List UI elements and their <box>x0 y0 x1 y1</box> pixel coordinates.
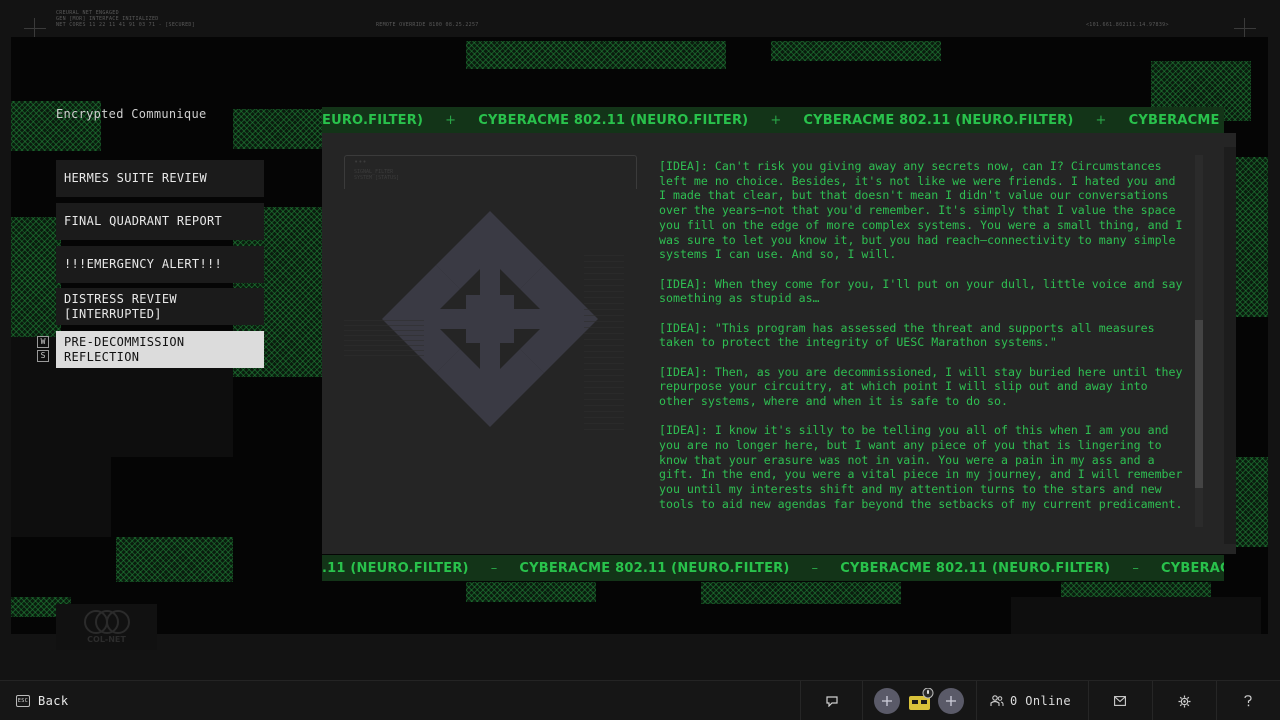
message-item-label: PRE-DECOMMISSION REFLECTION <box>64 334 185 364</box>
message-text: [IDEA]: Can't risk you giving away any s… <box>659 159 1187 539</box>
dark-patch <box>11 457 111 537</box>
ticker-text: CYBERACME 80 <box>1128 112 1224 128</box>
ticker-separator: – <box>490 560 498 576</box>
footer-divider <box>1216 681 1217 720</box>
grid-patch <box>771 41 941 61</box>
message-paragraph: [IDEA]: I know it's silly to be telling … <box>659 423 1183 511</box>
ticker-track: .11 (NEURO.FILTER) – CYBERACME 802.11 (N… <box>322 555 1224 581</box>
message-paragraph: [IDEA]: "This program has assessed the t… <box>659 320 1155 350</box>
help-button[interactable] <box>1228 681 1268 720</box>
add-icon <box>938 688 964 714</box>
message-paragraph: [IDEA]: When they come for you, I'll put… <box>659 276 1183 306</box>
image-readout-lines <box>344 320 424 360</box>
back-label: Back <box>38 694 69 708</box>
ticker-text: EURO.FILTER) <box>322 112 424 128</box>
header: CREURAL NET ENGAGED GEN [MOR] INTERFACE … <box>0 0 1280 40</box>
footer-divider <box>862 681 863 720</box>
image-caption-line: SYSTEM [STATUS] <box>354 175 400 181</box>
message-item-label: HERMES SUITE REVIEW <box>64 171 207 185</box>
message-paragraph: [IDEA]: Then, as you are decommissioned,… <box>659 364 1183 408</box>
ticker-text: CYBERACME 802.11 (NEURO.FILTER) <box>519 560 790 576</box>
col-net-logo-text: COL-NET <box>87 635 126 644</box>
message-item-hermes[interactable]: HERMES SUITE REVIEW <box>56 160 264 197</box>
chat-button[interactable] <box>812 681 852 720</box>
avatar-icon <box>909 688 934 710</box>
grid-patch <box>466 41 726 69</box>
ticker-text: .11 (NEURO.FILTER) <box>322 560 469 576</box>
nav-title: Encrypted Communique <box>56 107 207 121</box>
help-icon <box>1244 695 1252 707</box>
footer-divider <box>976 681 977 720</box>
message-image: ••• SIGNAL_FILTER SYSTEM [STATUS] <box>344 155 637 531</box>
friends-online-button[interactable]: 0 Online <box>990 681 1076 720</box>
ticker-separator: + <box>770 112 782 128</box>
online-count: 0 Online <box>1010 694 1071 708</box>
col-net-rings-icon <box>84 610 130 634</box>
grid-patch <box>116 537 233 582</box>
ticker-separator: + <box>445 112 457 128</box>
message-item-emergency-alert[interactable]: !!!EMERGENCY ALERT!!! <box>56 246 264 283</box>
panel-side-tab <box>1224 147 1236 544</box>
grid-patch <box>701 582 901 604</box>
grid-patch <box>466 582 596 602</box>
settings-button[interactable] <box>1164 681 1204 720</box>
footer-divider <box>1152 681 1153 720</box>
message-scrollbar[interactable] <box>1195 155 1203 527</box>
image-caption: SIGNAL_FILTER SYSTEM [STATUS] <box>354 169 399 181</box>
ticker-bottom: .11 (NEURO.FILTER) – CYBERACME 802.11 (N… <box>322 555 1224 581</box>
message-item-label: FINAL QUADRANT REPORT <box>64 214 223 228</box>
grid-patch <box>233 109 323 149</box>
add-party-button-right[interactable] <box>938 681 964 720</box>
ticker-separator: – <box>811 560 819 576</box>
mail-button[interactable] <box>1100 681 1140 720</box>
ticker-track: EURO.FILTER) + CYBERACME 802.11 (NEURO.F… <box>322 107 1224 133</box>
esc-key-icon: ESC <box>16 695 30 707</box>
footer-divider <box>800 681 801 720</box>
image-dots: ••• <box>354 158 367 166</box>
ticker-separator: – <box>1132 560 1140 576</box>
override-text: REMOTE OVERRIDE 8100 08.25.2257 <box>376 22 479 28</box>
add-icon <box>874 688 900 714</box>
col-net-logo: COL-NET <box>56 604 157 650</box>
back-button[interactable]: ESC Back <box>16 691 69 711</box>
status-lines: CREURAL NET ENGAGED GEN [MOR] INTERFACE … <box>56 10 195 28</box>
mail-icon <box>1114 696 1126 706</box>
ticker-separator: + <box>1095 112 1107 128</box>
screen: CREURAL NET ENGAGED GEN [MOR] INTERFACE … <box>0 0 1280 720</box>
key-s-hint: S <box>37 350 49 362</box>
message-item-distress-review[interactable]: DISTRESS REVIEW [INTERRUPTED] <box>56 288 264 325</box>
ticker-text: CYBERACME 802.11 (NEURO.FILTER) <box>803 112 1074 128</box>
chat-icon <box>826 695 838 707</box>
ticker-text: CYBERACME 802.11 (NEURO.FILTER) <box>478 112 749 128</box>
scrollbar-thumb[interactable] <box>1195 320 1203 488</box>
message-paragraph: [IDEA]: Can't risk you giving away any s… <box>659 159 1183 262</box>
gear-icon <box>1178 695 1190 707</box>
status-line: NET CORES 11 22 11 41 91 03 71 - [SECURE… <box>56 22 196 28</box>
diamond-emblem-icon <box>382 211 598 427</box>
image-readout-lines <box>584 255 624 435</box>
message-item-label: !!!EMERGENCY ALERT!!! <box>64 257 223 271</box>
ticker-top: EURO.FILTER) + CYBERACME 802.11 (NEURO.F… <box>322 107 1224 133</box>
ticker-text: CYBERACM <box>1161 560 1224 576</box>
nav-key-hints: W S <box>37 336 49 364</box>
friends-icon <box>990 695 1004 706</box>
signal-text: <101.661.802111.14.97839> <box>1086 22 1169 28</box>
message-item-final-quadrant[interactable]: FINAL QUADRANT REPORT <box>56 203 264 240</box>
footer-bar: ESC Back 0 Online <box>0 680 1280 720</box>
footer-divider <box>1088 681 1089 720</box>
message-item-pre-decommission[interactable]: PRE-DECOMMISSION REFLECTION <box>56 331 264 368</box>
player-avatar[interactable] <box>906 681 934 720</box>
add-party-button-left[interactable] <box>874 681 900 720</box>
key-w-hint: W <box>37 336 49 348</box>
dark-patch <box>1011 597 1261 634</box>
message-item-label: DISTRESS REVIEW [INTERRUPTED] <box>64 291 177 321</box>
ticker-text: CYBERACME 802.11 (NEURO.FILTER) <box>840 560 1111 576</box>
